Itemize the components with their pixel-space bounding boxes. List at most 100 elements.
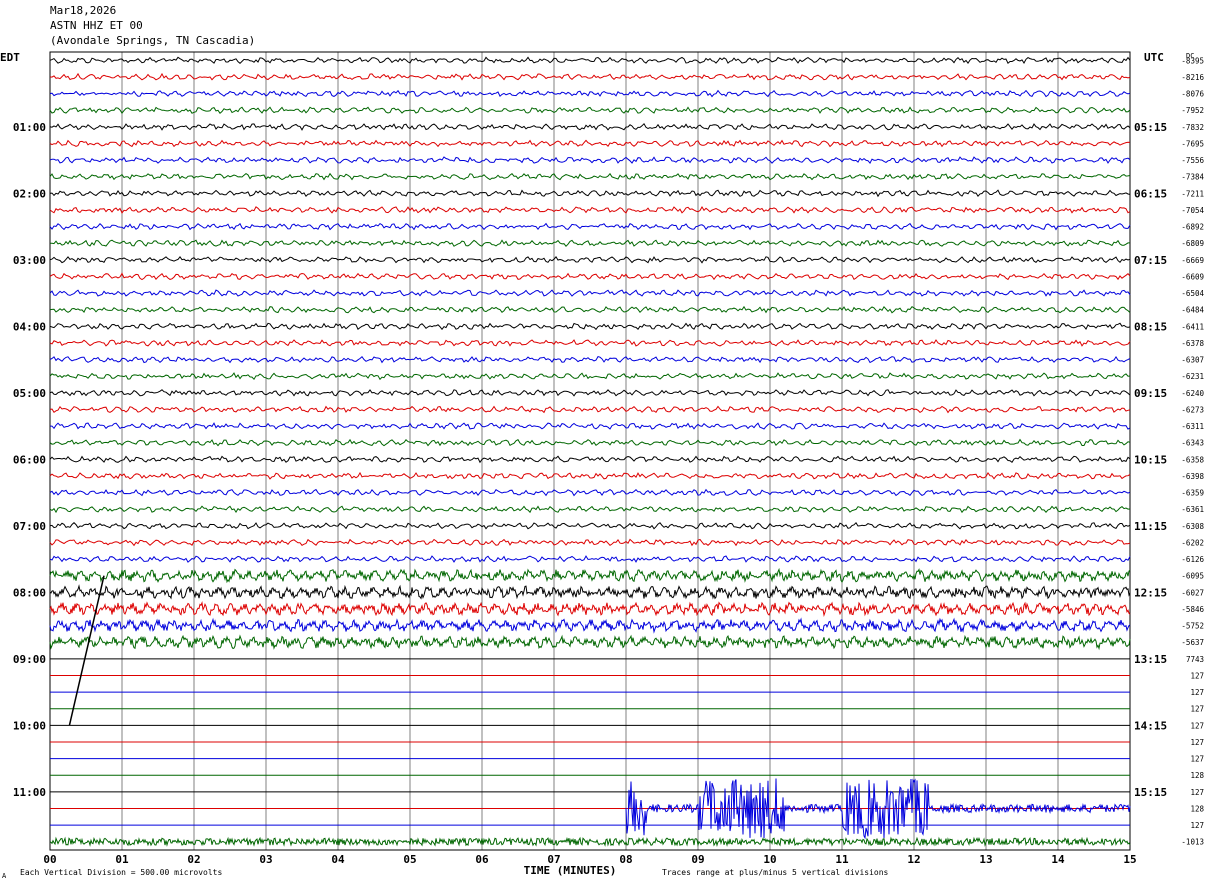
dc-offset-label: 128 xyxy=(1190,771,1204,780)
dc-offset-label: -5846 xyxy=(1181,605,1204,614)
seismic-trace xyxy=(49,222,1131,231)
dc-offset-label: -6398 xyxy=(1181,472,1204,481)
seismic-trace xyxy=(49,555,1131,563)
left-hour-label: 03:00 xyxy=(13,254,46,267)
x-tick-label: 00 xyxy=(43,853,56,866)
dc-offset-label: -6343 xyxy=(1181,439,1204,448)
seismic-trace xyxy=(49,372,1131,381)
seismic-trace xyxy=(49,836,1131,847)
seismic-trace xyxy=(49,289,1131,297)
seismic-trace xyxy=(49,189,1131,198)
seismic-trace xyxy=(49,139,1131,148)
dc-offset-label: -6240 xyxy=(1181,389,1204,398)
dc-offset-label: -6126 xyxy=(1181,555,1204,564)
x-tick-label: 01 xyxy=(115,853,129,866)
left-hour-label: 11:00 xyxy=(13,786,46,799)
corner-mark: A xyxy=(2,872,7,880)
dc-offset-label: 7743 xyxy=(1186,655,1204,664)
x-tick-label: 15 xyxy=(1123,853,1136,866)
dc-offset-label: -7054 xyxy=(1181,206,1204,215)
right-hour-label: 09:15 xyxy=(1134,387,1167,400)
seismic-trace xyxy=(49,438,1131,447)
right-hour-label: 06:15 xyxy=(1134,187,1167,200)
dc-offset-label: -6311 xyxy=(1181,422,1204,431)
left-hour-label: 08:00 xyxy=(13,586,46,599)
right-hour-label: 12:15 xyxy=(1134,586,1167,599)
dc-offset-label: -7695 xyxy=(1181,139,1204,148)
seismic-trace xyxy=(49,72,1131,81)
seismic-trace xyxy=(49,455,1131,464)
right-hour-label: 13:15 xyxy=(1134,653,1167,666)
right-hour-label: 14:15 xyxy=(1134,719,1167,732)
dc-offset-label: -7952 xyxy=(1181,106,1204,115)
x-tick-label: 14 xyxy=(1051,853,1065,866)
left-hour-label: 02:00 xyxy=(13,187,46,200)
left-hour-label: 07:00 xyxy=(13,520,46,533)
dc-offset-label: -7211 xyxy=(1181,189,1204,198)
dc-offset-label: -6669 xyxy=(1181,256,1204,265)
right-hour-label: 08:15 xyxy=(1134,320,1167,333)
dc-offset-label: -8076 xyxy=(1181,90,1204,99)
seismic-trace xyxy=(49,322,1131,331)
seismic-trace xyxy=(49,122,1131,131)
dc-offset-label: -6484 xyxy=(1181,306,1204,315)
seismic-trace xyxy=(49,488,1131,497)
dc-offset-label: -6358 xyxy=(1181,455,1204,464)
x-tick-label: 12 xyxy=(907,853,920,866)
x-tick-label: 13 xyxy=(979,853,992,866)
seismic-trace xyxy=(49,471,1131,480)
seismic-trace xyxy=(50,422,1131,430)
seismic-trace xyxy=(49,156,1131,165)
x-tick-label: 04 xyxy=(331,853,345,866)
x-tick-label: 06 xyxy=(475,853,489,866)
seismic-trace xyxy=(49,339,1131,347)
dc-offset-label: -7832 xyxy=(1181,123,1204,132)
right-hour-label: 10:15 xyxy=(1134,453,1167,466)
dc-offset-label: -6609 xyxy=(1181,272,1204,281)
footer-scale-note: Each Vertical Division = 500.00 microvol… xyxy=(20,868,222,877)
seismic-trace xyxy=(49,272,1131,281)
x-axis-title: TIME (MINUTES) xyxy=(524,864,617,877)
dc-offset-label: -6892 xyxy=(1181,223,1204,232)
footer-range-note: Traces range at plus/minus 5 vertical di… xyxy=(662,868,889,877)
dc-offset-label: -6504 xyxy=(1181,289,1204,298)
x-tick-label: 03 xyxy=(259,853,272,866)
dc-offset-label: -6361 xyxy=(1181,505,1204,514)
dc-offset-label: 127 xyxy=(1190,821,1204,830)
right-hour-label: 05:15 xyxy=(1134,121,1167,134)
dc-offset-label: -8216 xyxy=(1181,73,1204,82)
seismic-trace xyxy=(49,172,1131,181)
dc-offset-label: -1013 xyxy=(1181,838,1204,847)
seismic-trace xyxy=(49,389,1131,397)
x-tick-label: 08 xyxy=(619,853,632,866)
seismic-trace xyxy=(49,355,1131,364)
x-tick-label: 10 xyxy=(763,853,776,866)
left-hour-label: 04:00 xyxy=(13,320,46,333)
right-hour-label: 15:15 xyxy=(1134,786,1167,799)
left-hour-label: 09:00 xyxy=(13,653,46,666)
calibration-line xyxy=(68,575,105,726)
seismic-trace xyxy=(49,567,1131,584)
dc-offset-label: 127 xyxy=(1190,721,1204,730)
dc-offset-label: -5752 xyxy=(1181,622,1204,631)
seismic-trace xyxy=(49,505,1131,514)
seismogram-chart: 01:00 02:00 03:00 04:00 05:00 06:00 07:00 08:00… xyxy=(0,51,1204,880)
seismic-trace xyxy=(49,255,1131,264)
dc-offset-label: -6308 xyxy=(1181,522,1204,531)
dc-offset-label: -5637 xyxy=(1181,638,1204,647)
seismic-trace xyxy=(49,106,1131,114)
left-hour-label: 10:00 xyxy=(13,719,46,732)
dc-offset-label: 127 xyxy=(1190,705,1204,714)
dc-offset-label: 127 xyxy=(1190,671,1204,680)
edt-axis-title: EDT xyxy=(0,51,20,64)
dc-offset-label: -6231 xyxy=(1181,372,1204,381)
dc-offset-label: -7384 xyxy=(1181,173,1204,182)
dc-offset-label: 127 xyxy=(1190,738,1204,747)
seismic-trace xyxy=(49,206,1131,214)
dc-offset-label: 128 xyxy=(1190,804,1204,813)
dc-offset-label: 127 xyxy=(1190,788,1204,797)
dc-offset-label: -6027 xyxy=(1181,588,1204,597)
right-hour-label: 11:15 xyxy=(1134,520,1167,533)
seismic-trace xyxy=(49,634,1131,651)
dc-offset-label: 127 xyxy=(1190,688,1204,697)
